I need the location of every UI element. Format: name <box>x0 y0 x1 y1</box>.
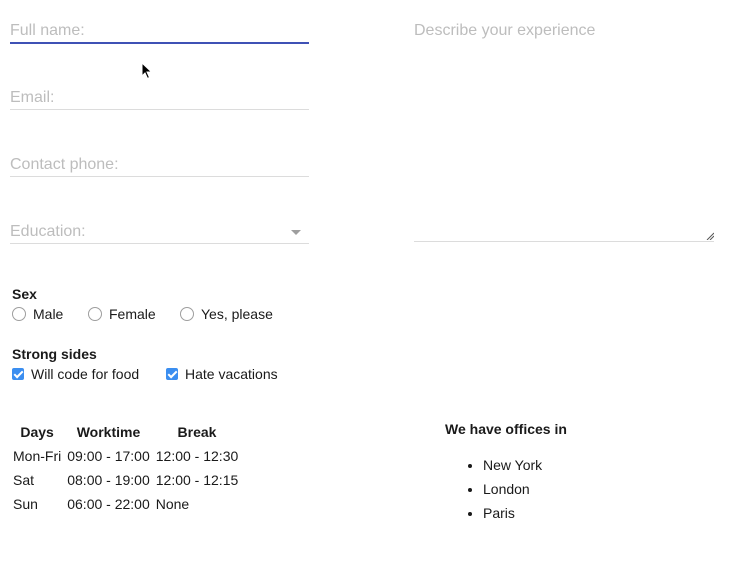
table-row: Mon-Fri 09:00 - 17:00 12:00 - 12:30 <box>10 444 241 468</box>
checkbox-checked-icon[interactable] <box>12 368 24 380</box>
offices-list: New York London Paris <box>445 456 542 528</box>
radio-circle-icon[interactable] <box>180 307 194 321</box>
contact-phone-placeholder: Contact phone: <box>10 156 119 173</box>
radio-circle-icon[interactable] <box>88 307 102 321</box>
mouse-cursor-icon <box>141 62 153 80</box>
table-cell: 09:00 - 17:00 <box>67 448 150 464</box>
email-field[interactable]: Email: <box>10 87 309 112</box>
experience-placeholder: Describe your experience <box>414 22 596 39</box>
education-select[interactable]: Education: <box>10 221 309 246</box>
table-cell: Sun <box>13 496 38 512</box>
checkbox-checked-icon[interactable] <box>166 368 178 380</box>
checkbox-label: Hate vacations <box>185 366 278 382</box>
full-name-field[interactable]: Full name: <box>10 20 309 45</box>
experience-underline <box>414 241 714 242</box>
sex-title: Sex <box>12 286 37 302</box>
email-underline <box>10 109 309 110</box>
contact-phone-field[interactable]: Contact phone: <box>10 154 309 179</box>
list-item: London <box>483 480 542 504</box>
radio-label: Female <box>109 306 156 322</box>
table-cell: 06:00 - 22:00 <box>67 496 150 512</box>
email-placeholder: Email: <box>10 89 55 106</box>
table-cell: Mon-Fri <box>13 448 62 464</box>
checkbox-code-for-food[interactable]: Will code for food <box>12 366 139 382</box>
table-header-row: Days Worktime Break <box>10 420 241 444</box>
table-row: Sun 06:00 - 22:00 None <box>10 492 241 516</box>
table-cell: Sat <box>13 472 35 488</box>
list-item: New York <box>483 456 542 480</box>
header-days: Days <box>20 424 54 440</box>
checkbox-label: Will code for food <box>31 366 140 382</box>
list-item: Paris <box>483 504 542 528</box>
table-cell: 12:00 - 12:30 <box>155 448 239 464</box>
table-cell: 08:00 - 19:00 <box>67 472 150 488</box>
resize-handle-icon[interactable] <box>706 232 714 240</box>
strong-sides-title: Strong sides <box>12 346 97 362</box>
full-name-placeholder: Full name: <box>10 22 85 39</box>
table-cell: 12:00 - 12:15 <box>155 472 239 488</box>
contact-phone-underline <box>10 176 309 177</box>
checkbox-hate-vacations[interactable]: Hate vacations <box>166 366 278 382</box>
offices-title: We have offices in <box>445 421 567 437</box>
radio-yes-please[interactable]: Yes, please <box>180 306 273 322</box>
radio-label: Yes, please <box>201 306 273 322</box>
radio-male[interactable]: Male <box>12 306 63 322</box>
table-cell: None <box>155 496 190 512</box>
header-worktime: Worktime <box>76 424 141 440</box>
schedule-table: Days Worktime Break Mon-Fri 09:00 - 17:0… <box>10 420 241 516</box>
full-name-underline <box>10 42 309 44</box>
education-placeholder: Education: <box>10 223 86 240</box>
chevron-down-icon[interactable] <box>291 230 301 235</box>
radio-circle-icon[interactable] <box>12 307 26 321</box>
experience-textarea[interactable]: Describe your experience <box>414 18 714 242</box>
education-underline <box>10 243 309 244</box>
header-break: Break <box>177 424 217 440</box>
table-row: Sat 08:00 - 19:00 12:00 - 12:15 <box>10 468 241 492</box>
radio-label: Male <box>33 306 64 322</box>
radio-female[interactable]: Female <box>88 306 156 322</box>
